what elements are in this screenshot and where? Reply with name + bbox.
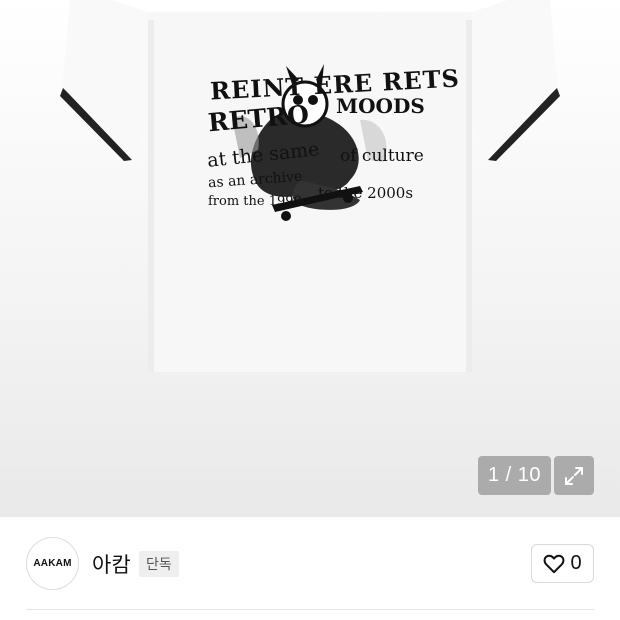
product-image-gallery[interactable]: REINT ERE RETS RETRO MOODS at the same o… bbox=[0, 0, 620, 517]
section-divider bbox=[26, 609, 594, 610]
seller-logo-text: AAKAM bbox=[33, 558, 72, 569]
exclusive-badge: 단독 bbox=[139, 551, 179, 577]
image-counter-total: 10 bbox=[517, 464, 542, 486]
like-button[interactable]: 0 bbox=[531, 544, 594, 583]
seller-info-row: AAKAM 아캄 단독 0 bbox=[0, 517, 620, 609]
seller-avatar[interactable]: AAKAM bbox=[26, 537, 79, 590]
expand-icon bbox=[565, 466, 583, 485]
heart-outline-icon bbox=[544, 554, 565, 573]
image-counter: 1 / 10 bbox=[478, 456, 551, 495]
image-counter-separator: / bbox=[499, 464, 518, 486]
expand-image-button[interactable] bbox=[554, 456, 594, 495]
like-count: 0 bbox=[570, 552, 582, 574]
image-counter-current: 1 bbox=[487, 464, 500, 486]
seller-name[interactable]: 아캄 bbox=[92, 549, 131, 579]
product-image[interactable] bbox=[0, 0, 620, 517]
